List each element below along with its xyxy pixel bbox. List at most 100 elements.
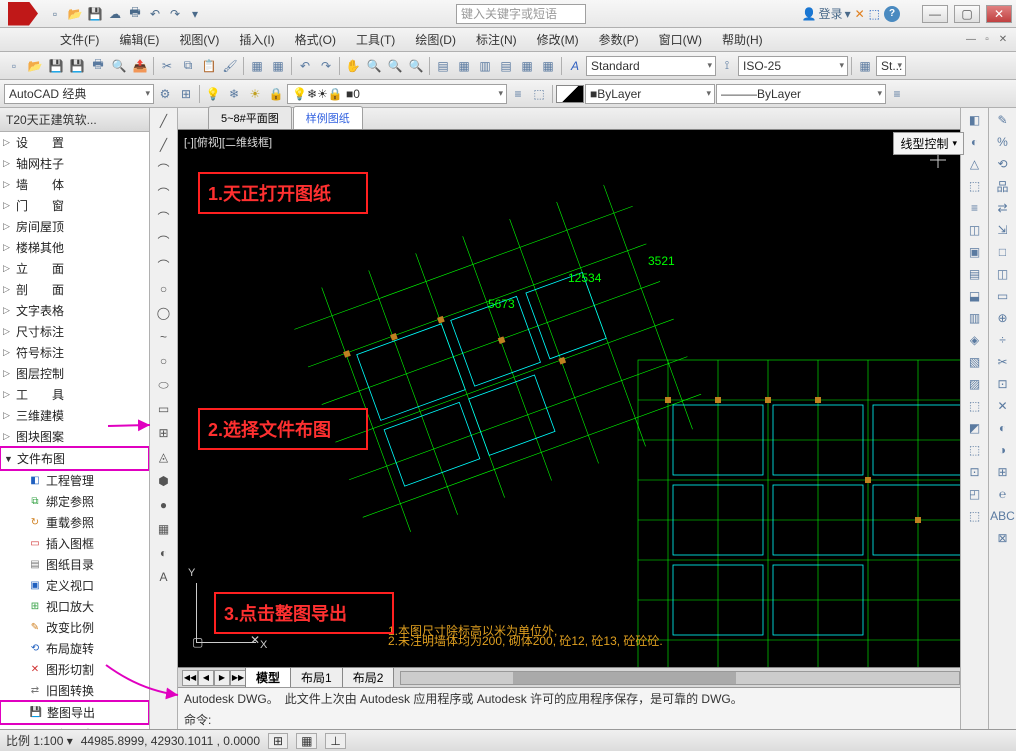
tree-group[interactable]: ▷三维建模 [0,405,149,426]
tree-sub-item[interactable]: 💾整图导出 [0,700,149,725]
new-icon[interactable]: ▫ [4,56,24,76]
layer-dropdown[interactable]: 💡❄☀🔒 ■ 0 [287,84,507,104]
layer-lock2-icon[interactable]: 🔒 [266,84,286,104]
draw-tool-7[interactable]: ○ [153,278,175,300]
mdi-minimize-icon[interactable]: — [964,33,978,47]
zoom-win-icon[interactable]: 🔍 [385,56,405,76]
redo-icon[interactable]: ↷ [316,56,336,76]
exchange-icon[interactable]: ✕ [855,7,865,21]
extra-tool-14[interactable]: ◐ [993,418,1013,438]
dimstyle-icon[interactable]: ⟟ [717,56,737,76]
block2-icon[interactable]: ▦ [268,56,288,76]
status-toggle[interactable]: ⊥ [325,733,345,749]
draw-tool-10[interactable]: ○ [153,350,175,372]
modify-tool-9[interactable]: ▥ [965,308,985,328]
plot-icon[interactable]: 🖶 [88,56,108,76]
tree-group[interactable]: ▷轴网柱子 [0,153,149,174]
draw-tool-11[interactable]: ⬭ [153,374,175,396]
tree-group[interactable]: ▷工 具 [0,384,149,405]
workspace-dropdown[interactable]: AutoCAD 经典 [4,84,154,104]
qat-saveas-icon[interactable]: ☁ [106,5,124,23]
sheet-icon[interactable]: ▤ [496,56,516,76]
draw-tool-16[interactable]: ● [153,494,175,516]
draw-tool-18[interactable]: ◐ [153,542,175,564]
extra-tool-5[interactable]: ⇲ [993,220,1013,240]
publish-icon[interactable]: 📤 [130,56,150,76]
copy-icon[interactable]: ⧉ [178,56,198,76]
menu-item[interactable]: 格式(O) [285,28,346,51]
qat-undo-icon[interactable]: ↶ [146,5,164,23]
paste-icon[interactable]: 📋 [199,56,219,76]
modify-tool-11[interactable]: ▧ [965,352,985,372]
extra-tool-12[interactable]: ⊡ [993,374,1013,394]
extra-dropdown[interactable]: St... [876,56,906,76]
tree-sub-item[interactable]: ✕图形切割 [0,659,149,680]
tree-group[interactable]: ▷楼梯其他 [0,237,149,258]
doc-tab[interactable]: 5~8#平面图 [208,106,292,129]
extra-tool-10[interactable]: ÷ [993,330,1013,350]
draw-tool-1[interactable]: ╱ [153,134,175,156]
modify-tool-14[interactable]: ◩ [965,418,985,438]
extra-tool-17[interactable]: ℮ [993,484,1013,504]
modify-tool-6[interactable]: ▣ [965,242,985,262]
menu-item[interactable]: 编辑(E) [109,28,169,51]
draw-tool-4[interactable]: ⌒ [153,206,175,228]
layer-freeze-icon[interactable]: ❄ [224,84,244,104]
draw-tool-6[interactable]: ⌒ [153,254,175,276]
modify-tool-1[interactable]: ◐ [965,132,985,152]
model-viewport[interactable]: [-][俯视][二维线框] [178,130,960,667]
table-icon[interactable]: ▦ [855,56,875,76]
menu-item[interactable]: 标注(N) [466,28,527,51]
tool-pal-icon[interactable]: ▥ [475,56,495,76]
draw-tool-0[interactable]: ╱ [153,110,175,132]
tree-group[interactable]: ▷图块图案 [0,426,149,447]
modify-tool-17[interactable]: ◰ [965,484,985,504]
text-style-dropdown[interactable]: Standard [586,56,716,76]
modify-tool-8[interactable]: ⬓ [965,286,985,306]
ws-tool-icon[interactable]: ⊞ [176,84,196,104]
tree-sub-item[interactable]: ⇄旧图转换 [0,680,149,701]
extra-tool-2[interactable]: ⟲ [993,154,1013,174]
extra-tool-19[interactable]: ⊠ [993,528,1013,548]
extra-tool-9[interactable]: ⊕ [993,308,1013,328]
markup-icon[interactable]: ▦ [517,56,537,76]
status-toggle[interactable]: ⊞ [268,733,288,749]
qat-new-icon[interactable]: ▫ [46,5,64,23]
style-icon[interactable]: A [565,56,585,76]
draw-tool-13[interactable]: ⊞ [153,422,175,444]
doc-tab[interactable]: 样例图纸 [293,106,363,129]
open-icon[interactable]: 📂 [25,56,45,76]
extra-tool-6[interactable]: □ [993,242,1013,262]
menu-item[interactable]: 修改(M) [527,28,589,51]
tree-sub-item[interactable]: ◧工程管理 [0,470,149,491]
block-icon[interactable]: ▦ [247,56,267,76]
minimize-button[interactable]: — [922,5,948,23]
close-button[interactable]: ✕ [986,5,1012,23]
tree-sub-item[interactable]: ▭插入图框 [0,533,149,554]
extra-tool-13[interactable]: ✕ [993,396,1013,416]
extra-tool-15[interactable]: ◑ [993,440,1013,460]
extra-tool-11[interactable]: ✂ [993,352,1013,372]
extra-tool-4[interactable]: ⇄ [993,198,1013,218]
help-search-input[interactable]: 键入关键字或短语 [456,4,586,24]
modify-tool-18[interactable]: ⬚ [965,506,985,526]
tree-group[interactable]: ▷墙 体 [0,174,149,195]
login-button[interactable]: 👤 登录 ▾ [802,5,851,22]
menu-item[interactable]: 工具(T) [346,28,405,51]
qat-more-icon[interactable]: ▾ [186,5,204,23]
draw-tool-5[interactable]: ⌒ [153,230,175,252]
cut-icon[interactable]: ✂ [157,56,177,76]
menu-item[interactable]: 参数(P) [589,28,649,51]
saveas-icon[interactable]: 💾 [67,56,87,76]
color-swatch[interactable] [556,85,584,103]
draw-tool-14[interactable]: ◬ [153,446,175,468]
pan-icon[interactable]: ✋ [343,56,363,76]
modify-tool-0[interactable]: ◧ [965,110,985,130]
match-icon[interactable]: 🖌 [220,56,240,76]
extra-tool-1[interactable]: % [993,132,1013,152]
modify-tool-13[interactable]: ⬚ [965,396,985,416]
menu-item[interactable]: 帮助(H) [712,28,773,51]
layer-mgr-icon[interactable]: ⬚ [529,84,549,104]
tree-group[interactable]: ▷设 置 [0,132,149,153]
design-icon[interactable]: ▦ [454,56,474,76]
